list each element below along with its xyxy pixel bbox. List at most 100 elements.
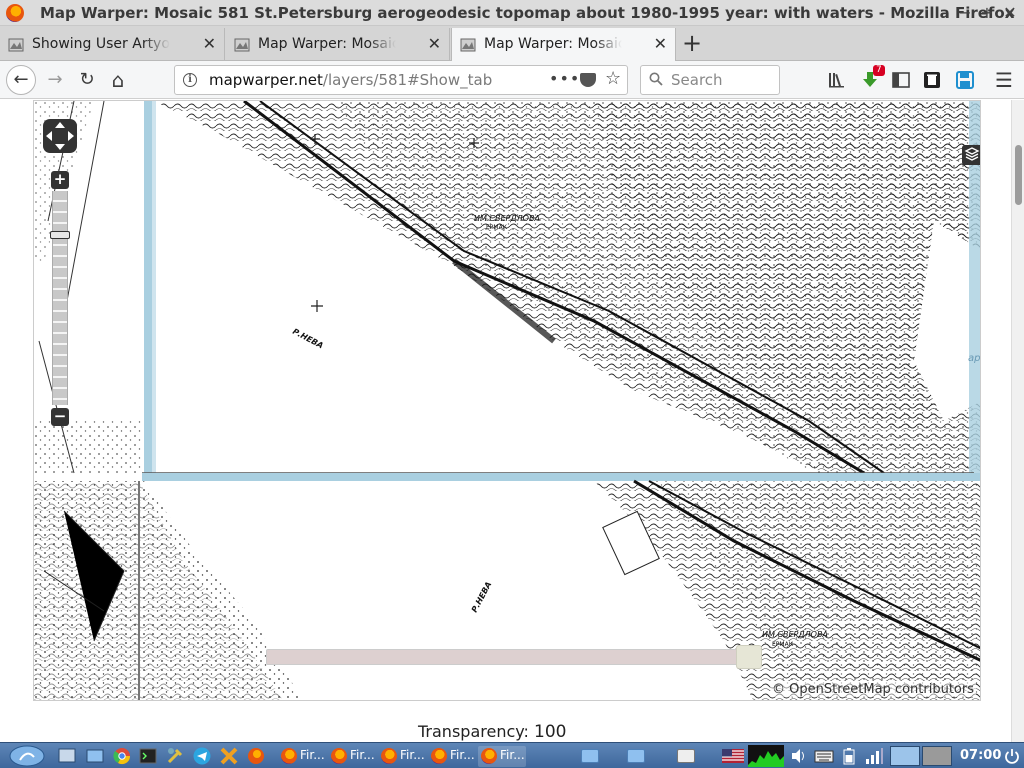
search-icon [649,72,663,86]
os-taskbar: Fir... Fir... Fir... Fir... Fir... 07:00 [0,742,1024,768]
place-sublabel-upper: ЕРМАК [486,224,508,231]
osm-attribution[interactable]: © OpenStreetMap contributors [770,682,976,697]
screen: Map Warper: Mosaic 581 St.Petersburg aer… [0,0,1024,768]
firefox-icon [481,748,497,764]
save-extension-icon[interactable] [955,70,975,90]
taskbar-window-button[interactable]: Fir... [428,746,476,767]
bookmark-star-icon[interactable]: ☆ [605,68,621,89]
layers-icon[interactable] [962,145,981,165]
transparency-value: 100 [534,722,567,742]
taskbar-window-label: Fir... [500,748,525,762]
back-button[interactable]: ← [6,65,36,95]
us-flag-icon[interactable] [722,749,744,763]
menu-button[interactable]: ☰ [989,65,1019,95]
pan-control-icon[interactable] [41,117,79,155]
forward-button[interactable]: → [40,65,70,95]
keyboard-icon[interactable] [814,747,834,765]
url-host: mapwarper.net [209,71,323,89]
taskbar-window-label: Fir... [450,748,475,762]
transparency-readout: Transparency: 100 [418,722,567,742]
firefox-icon [381,748,397,764]
workspace-1[interactable] [890,746,920,766]
mapwarper-favicon-icon [234,37,250,53]
reload-button[interactable]: ↻ [72,65,102,95]
minimize-button[interactable]: − [954,2,976,24]
firefox-launcher-icon[interactable] [247,747,265,765]
navigation-toolbar: ← → ↻ ⌂ i mapwarper.net/layers/581#Show_… [0,61,1024,99]
taskbar-window-button-active[interactable]: Fir... [478,746,526,767]
network-signal-icon[interactable] [864,747,884,765]
folder-icon [581,749,599,763]
taskbar-folder-button[interactable] [578,746,624,767]
tab-label: Map Warper: Mosaic 581 [258,36,396,52]
pocket-icon[interactable] [580,73,596,87]
window-titlebar: Map Warper: Mosaic 581 St.Petersburg aer… [0,0,1024,26]
zoom-bar: + − [50,171,70,426]
terminal-icon[interactable] [139,747,157,765]
tab-map-warper-1[interactable]: Map Warper: Mosaic 581 ✕ [226,28,450,61]
mapwarper-favicon-icon [8,37,24,53]
chrome-icon[interactable] [113,747,131,765]
close-window-button[interactable]: ✕ [999,2,1021,24]
file-manager-icon[interactable] [86,747,104,765]
taskbar-window-button[interactable]: Fir... [378,746,426,767]
home-button[interactable]: ⌂ [103,65,133,95]
maximize-button[interactable]: + [976,2,998,24]
zoom-slider-track[interactable] [52,191,68,405]
tab-map-warper-active[interactable]: Map Warper: Mosaic 581 ✕ [451,28,676,62]
trash-extension-icon[interactable] [922,70,942,90]
telegram-icon[interactable] [193,747,211,765]
zoom-in-button[interactable]: + [51,171,69,189]
downloads-badge: 7 [873,65,885,76]
taskbar-window-button[interactable]: Fir... [328,746,376,767]
transparency-label: Transparency: [418,722,529,741]
zoom-out-button[interactable]: − [51,408,69,426]
power-icon[interactable] [1004,747,1020,765]
place-label-lower: ИМ.СВЕРДЛОВА [762,630,828,639]
tab-label: Map Warper: Mosaic 581 [484,36,622,52]
search-input[interactable] [671,71,771,89]
new-tab-button[interactable]: + [680,29,704,57]
cpu-monitor-icon[interactable] [748,745,784,767]
taskbar-window-label: Fir... [350,748,375,762]
firefox-icon [431,748,447,764]
transparency-slider-handle[interactable] [736,645,762,669]
water-edge-label: ар [968,353,980,364]
transparency-slider-track[interactable] [266,649,759,665]
xorg-tool-icon[interactable] [220,747,238,765]
taskbar-document-button[interactable] [674,746,720,767]
page-actions-icon[interactable]: ••• [549,69,580,88]
place-sublabel-lower: ЕРМАК [772,641,794,648]
map-viewer[interactable]: Р.НЕВА Р.НЕВА ИМ.СВЕРДЛОВА ЕРМАК ИМ.СВЕР… [33,100,981,701]
battery-icon[interactable] [842,747,856,765]
taskbar-window-button[interactable]: Fir... [278,746,326,767]
taskbar-window-label: Fir... [300,748,325,762]
site-info-icon[interactable]: i [183,73,197,87]
page-scrollbar[interactable] [1011,100,1024,742]
tab-showing-user[interactable]: Showing User Artyom kr ✕ [0,28,225,61]
zoom-slider-handle[interactable] [50,231,70,239]
volume-icon[interactable] [790,747,808,765]
library-icon[interactable] [827,70,847,90]
window-title: Map Warper: Mosaic 581 St.Petersburg aer… [40,4,1015,22]
taskbar-folder-button[interactable] [624,746,670,767]
sidebar-icon[interactable] [891,70,911,90]
river-label-upper: Р.НЕВА [291,327,325,351]
show-desktop-icon[interactable] [58,747,76,765]
firefox-icon [331,748,347,764]
tab-close-icon[interactable]: ✕ [654,34,667,53]
mapwarper-favicon-icon [460,37,476,53]
settings-tools-icon[interactable] [166,747,184,765]
workspace-2[interactable] [922,746,952,766]
taskbar-window-label: Fir... [400,748,425,762]
tab-close-icon[interactable]: ✕ [203,34,216,53]
url-bar[interactable]: i mapwarper.net/layers/581#Show_tab ••• … [174,65,628,95]
url-text[interactable]: mapwarper.net/layers/581#Show_tab [209,71,492,89]
tab-strip: Showing User Artyom kr ✕ Map Warper: Mos… [0,26,1024,62]
tab-close-icon[interactable]: ✕ [428,34,441,53]
scrollbar-thumb[interactable] [1015,145,1022,205]
start-menu-icon[interactable] [8,745,46,767]
place-label-upper: ИМ.СВЕРДЛОВА [474,214,540,223]
tab-label: Showing User Artyom kr [32,36,170,52]
search-box[interactable] [640,65,780,95]
